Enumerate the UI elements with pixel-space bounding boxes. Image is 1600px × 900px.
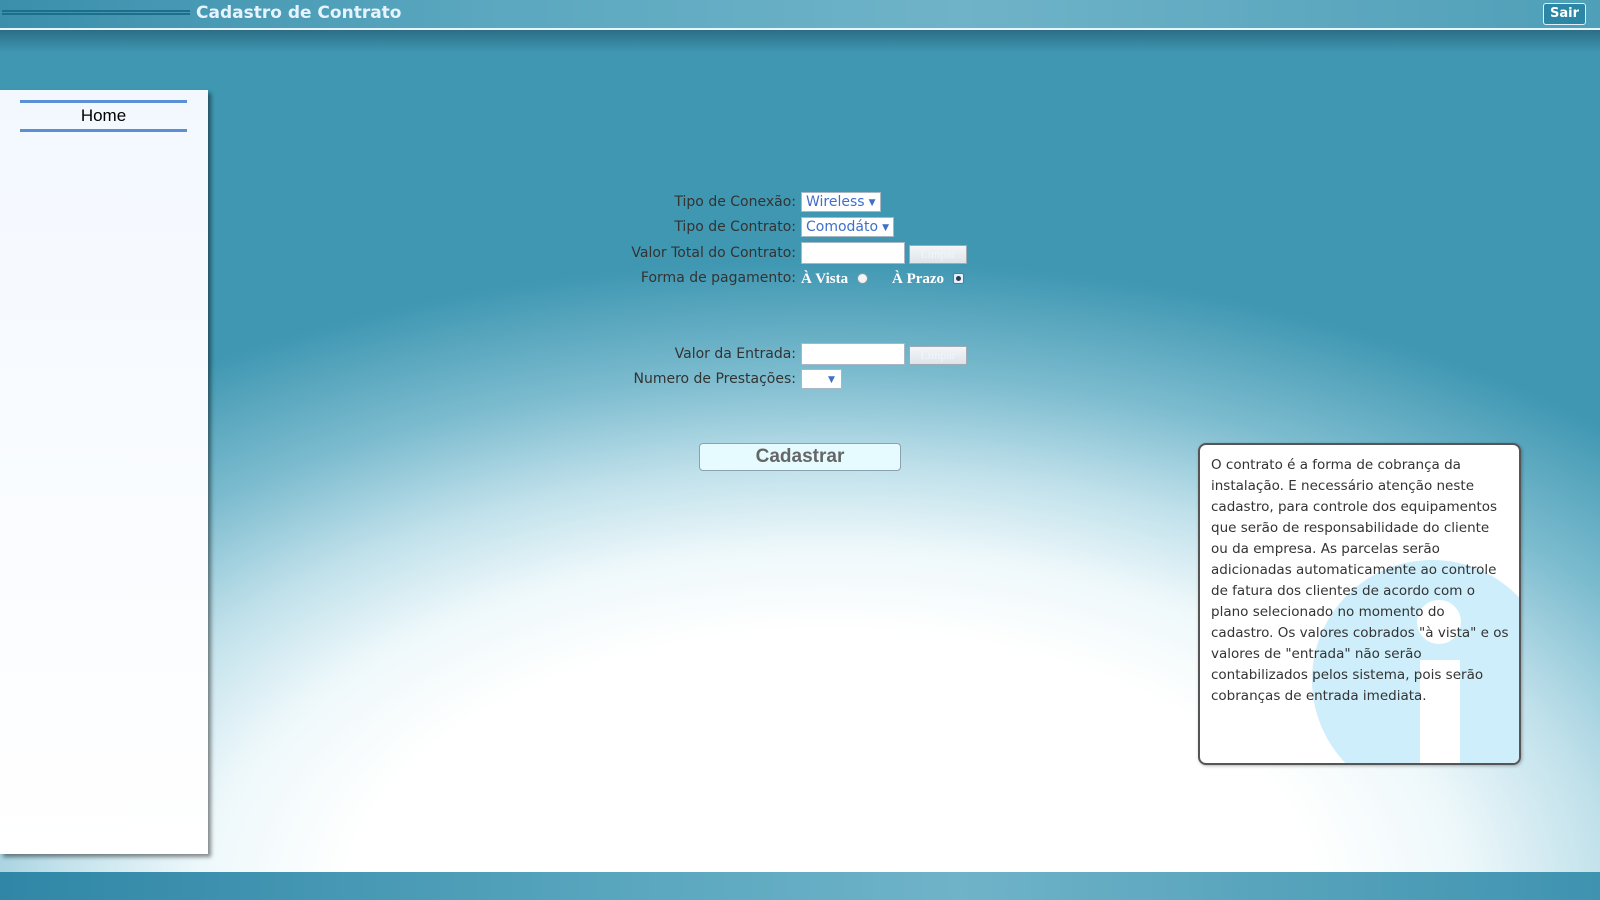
- sidebar-item-home[interactable]: Home: [20, 100, 187, 132]
- page-title: Cadastro de Contrato: [196, 3, 402, 23]
- chevron-down-icon: ▼: [882, 223, 889, 233]
- header-decoration-line: [2, 10, 190, 15]
- bottom-bar: [0, 872, 1600, 900]
- contract-type-label: Tipo de Contrato:: [674, 219, 796, 235]
- logout-button[interactable]: Sair: [1542, 3, 1586, 25]
- down-payment-label: Valor da Entrada:: [674, 346, 796, 362]
- connection-type-value: Wireless: [806, 194, 865, 210]
- contract-type-select[interactable]: Comodáto ▼: [801, 217, 894, 237]
- total-value-input[interactable]: [801, 242, 905, 264]
- connection-type-select[interactable]: Wireless ▼: [801, 192, 881, 212]
- payment-installment-label: À Prazo: [892, 271, 945, 287]
- clear-total-value-button[interactable]: Limpar: [909, 245, 967, 264]
- installments-label: Numero de Prestações:: [633, 371, 796, 387]
- chevron-down-icon: ▼: [868, 198, 876, 208]
- payment-cash-radio[interactable]: [857, 273, 868, 284]
- header-shadow: [0, 30, 1600, 52]
- payment-cash-label: À Vista: [801, 271, 849, 287]
- clear-down-payment-button[interactable]: Limpar: [909, 346, 967, 365]
- chevron-down-icon: ▼: [828, 375, 835, 385]
- payment-installment-radio[interactable]: [953, 273, 964, 284]
- submit-button[interactable]: Cadastrar: [699, 443, 901, 471]
- info-text: O contrato é a forma de cobrança da inst…: [1211, 457, 1509, 704]
- down-payment-input[interactable]: [801, 343, 905, 365]
- contract-type-value: Comodáto: [806, 219, 879, 235]
- total-value-label: Valor Total do Contrato:: [631, 245, 796, 261]
- sidebar: Home: [0, 90, 208, 854]
- top-bar: Cadastro de Contrato Sair: [0, 0, 1600, 30]
- payment-method-label: Forma de pagamento:: [640, 270, 796, 286]
- connection-type-label: Tipo de Conexão:: [674, 194, 796, 210]
- info-panel: O contrato é a forma de cobrança da inst…: [1198, 443, 1521, 765]
- installments-select[interactable]: ▼: [801, 369, 842, 389]
